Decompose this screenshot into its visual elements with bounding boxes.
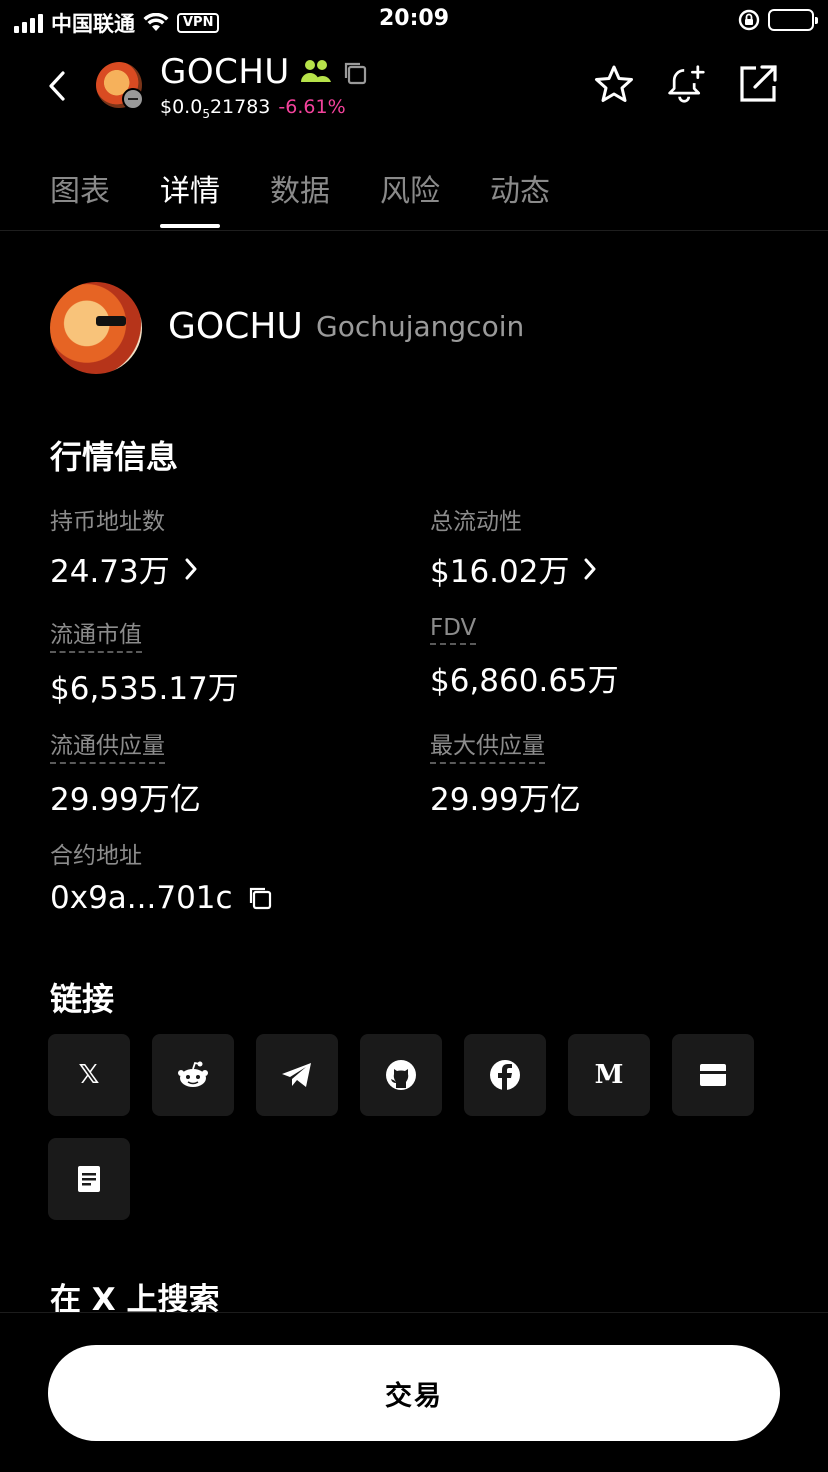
share-button[interactable]	[738, 62, 778, 106]
reddit-icon	[178, 1061, 208, 1087]
medium-icon: M	[594, 1060, 624, 1090]
telegram-link-button[interactable]	[256, 1034, 338, 1116]
favorite-button[interactable]	[594, 62, 634, 106]
star-icon	[595, 65, 633, 102]
rotation-lock-icon	[738, 9, 760, 31]
stat-holders-value: 24.73万	[50, 554, 170, 590]
external-link-icon	[740, 65, 777, 102]
x-icon: 𝕏	[78, 1060, 100, 1090]
header-symbol: GOCHU	[160, 52, 290, 92]
stat-contract-label: 合约地址	[50, 843, 142, 869]
header-price-row: $0.0521783 -6.61%	[160, 96, 346, 121]
links-grid: 𝕏 M	[48, 1034, 768, 1220]
stat-contract: 合约地址 0x9a...701c	[50, 836, 273, 916]
stat-holders-label: 持币地址数	[50, 509, 165, 535]
tab-data[interactable]: 数据	[270, 166, 330, 226]
token-header: GOCHU $0.0521783 -6.61%	[0, 50, 828, 130]
x-link-button[interactable]: 𝕏	[48, 1034, 130, 1116]
stat-max-supply-value: 29.99万亿	[430, 782, 581, 818]
stat-circ-supply-label[interactable]: 流通供应量	[50, 726, 165, 764]
stat-contract-value: 0x9a...701c	[50, 880, 233, 916]
stat-circ-mcap: 流通市值 $6,535.17万	[50, 615, 239, 708]
tab-activity[interactable]: 动态	[490, 166, 550, 226]
copy-icon[interactable]	[247, 885, 273, 911]
website-icon	[700, 1064, 726, 1086]
stat-liquidity-label: 总流动性	[430, 509, 522, 535]
document-icon	[78, 1166, 100, 1192]
stat-circ-supply: 流通供应量 29.99万亿	[50, 726, 201, 819]
market-info-title: 行情信息	[50, 438, 179, 476]
tab-risk[interactable]: 风险	[380, 166, 440, 226]
token-name: Gochujangcoin	[316, 310, 525, 343]
stat-liquidity[interactable]: 总流动性 $16.02万	[430, 502, 597, 591]
battery-icon	[768, 9, 818, 31]
reddit-link-button[interactable]	[152, 1034, 234, 1116]
stat-fdv-label[interactable]: FDV	[430, 615, 477, 645]
stat-liquidity-value: $16.02万	[430, 554, 570, 590]
token-logo	[50, 282, 142, 374]
stat-circ-mcap-label[interactable]: 流通市值	[50, 615, 142, 653]
github-icon	[386, 1060, 416, 1090]
stat-max-supply: 最大供应量 29.99万亿	[430, 726, 581, 819]
token-symbol: GOCHU	[168, 306, 303, 347]
tab-chart[interactable]: 图表	[50, 166, 110, 226]
facebook-link-button[interactable]	[464, 1034, 546, 1116]
chevron-left-icon	[49, 71, 65, 101]
document-link-button[interactable]	[48, 1138, 130, 1220]
copy-icon[interactable]	[342, 60, 368, 90]
links-title: 链接	[50, 980, 115, 1018]
website-link-button[interactable]	[672, 1034, 754, 1116]
github-link-button[interactable]	[360, 1034, 442, 1116]
facebook-icon	[490, 1060, 520, 1090]
status-time: 20:09	[378, 6, 450, 31]
back-button[interactable]	[42, 66, 72, 106]
stat-max-supply-label[interactable]: 最大供应量	[430, 726, 545, 764]
telegram-icon	[282, 1063, 311, 1087]
bell-plus-icon	[668, 65, 705, 103]
chevron-right-icon	[584, 558, 596, 579]
community-icon[interactable]	[300, 58, 332, 88]
tab-details[interactable]: 详情	[160, 166, 220, 228]
trade-button[interactable]: 交易	[48, 1345, 780, 1441]
medium-link-button[interactable]: M	[568, 1034, 650, 1116]
bottom-bar: 交易	[0, 1312, 828, 1472]
chain-badge-icon	[122, 88, 144, 110]
stat-fdv: FDV $6,860.65万	[430, 615, 619, 700]
stat-holders[interactable]: 持币地址数 24.73万	[50, 502, 198, 591]
alert-button[interactable]	[666, 62, 706, 106]
status-right	[738, 9, 818, 31]
tab-bar: 图表 详情 数据 风险 动态	[50, 166, 550, 228]
stat-circ-mcap-value: $6,535.17万	[50, 671, 239, 707]
header-change: -6.61%	[278, 96, 346, 118]
stat-circ-supply-value: 29.99万亿	[50, 782, 201, 818]
stat-fdv-value: $6,860.65万	[430, 663, 619, 699]
status-bar: 中国联通 VPN 20:09	[0, 0, 828, 42]
header-actions	[594, 62, 778, 106]
header-price: $0.0521783	[160, 96, 271, 121]
chevron-right-icon	[185, 558, 197, 579]
tab-divider	[0, 230, 828, 231]
